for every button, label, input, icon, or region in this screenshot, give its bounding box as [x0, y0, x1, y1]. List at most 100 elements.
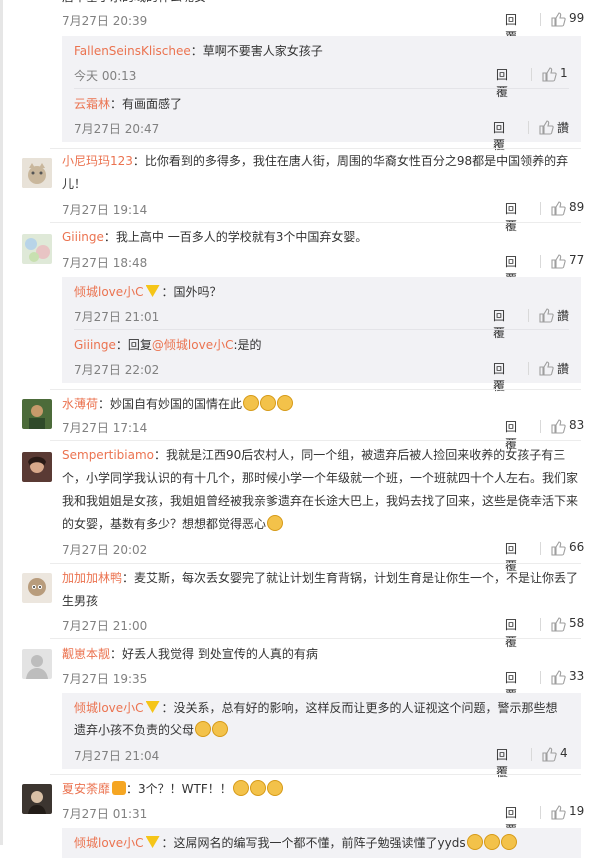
like-count: 讚 [557, 309, 570, 323]
comment-time: 7月27日 19:14 [62, 203, 148, 217]
thumbs-up-icon[interactable] [550, 200, 566, 216]
comment-username[interactable]: 觏崽本靓 [62, 647, 110, 661]
thumbs-up-icon[interactable] [538, 360, 554, 376]
reply-username[interactable]: 云霜林 [74, 97, 110, 111]
avatar[interactable] [22, 234, 52, 264]
avatar[interactable] [22, 158, 52, 188]
avatar[interactable] [22, 399, 52, 429]
reply-thread: 倾城love小C ：这屌网名的编写我一个都不懂，前阵子勉强读懂了yyds [62, 828, 581, 858]
action-divider [528, 309, 529, 322]
reply-mention[interactable]: @倾城love小C [152, 338, 234, 352]
reply-divider [74, 329, 569, 330]
like-count: 77 [569, 253, 585, 267]
thumbs-up-icon[interactable] [550, 616, 566, 632]
action-divider [540, 671, 541, 684]
action-divider [540, 13, 541, 26]
reply-thread: 倾城love小C ：国外吗？ 7月27日 21:01 回覆 讚 Giiinge：回… [62, 277, 581, 393]
comment-text: ：我上高中 一百多人的学校就有3个中国弃女婴。 [103, 230, 368, 244]
like-count: 4 [560, 746, 568, 760]
reply-text: ：没关系，总有好的影响，这样反而让更多的人证视这个问题，警示那些想遗弃小孩不负责… [74, 701, 558, 737]
comment-time: 7月27日 21:00 [62, 619, 148, 633]
reply-text: ：国外吗？ [161, 285, 222, 299]
comment-username[interactable]: 水薄荷 [62, 397, 98, 411]
comment-divider [50, 440, 581, 441]
comment-time: 7月27日 20:02 [62, 543, 148, 557]
emoji-face-icon [483, 834, 500, 850]
like-count: 99 [569, 11, 585, 25]
thumbs-up-icon[interactable] [541, 746, 557, 762]
emoji-face-icon [249, 780, 266, 796]
reply-username[interactable]: 倾城love小C [74, 285, 144, 299]
comment-divider [50, 563, 581, 564]
reply-button[interactable]: 回覆 [493, 307, 505, 341]
action-divider [528, 121, 529, 134]
emoji-face-icon [466, 834, 483, 850]
avatar[interactable] [22, 649, 52, 679]
reply-time: 7月27日 21:04 [74, 749, 160, 763]
action-divider [540, 542, 541, 555]
reply-text: ：草啊不要害人家女孩子 [190, 44, 323, 58]
thumbs-up-icon[interactable] [538, 307, 554, 323]
thumbs-up-icon[interactable] [550, 418, 566, 434]
action-divider [540, 618, 541, 631]
thumbs-up-icon[interactable] [541, 66, 557, 82]
action-divider [531, 748, 532, 761]
comment-time: 7月27日 19:35 [62, 672, 148, 686]
comment-username[interactable]: Sempertibiamo [62, 448, 154, 462]
reply-username[interactable]: 倾城love小C [74, 836, 144, 850]
reply-text-tail: :是的 [233, 338, 262, 352]
like-count: 58 [569, 616, 585, 630]
reply-time: 7月27日 21:01 [74, 310, 160, 324]
like-count: 讚 [557, 362, 570, 376]
reply-button[interactable]: 回覆 [496, 66, 508, 100]
reply-text: ：这屌网名的编写我一个都不懂，前阵子勉强读懂了yyds [161, 836, 466, 850]
action-divider [540, 806, 541, 819]
emoji-face-icon [277, 395, 294, 411]
comment-divider [50, 638, 581, 639]
reply-username[interactable]: 倾城love小C [74, 701, 144, 715]
comment-username[interactable]: 夏安荼靡 [62, 782, 110, 796]
like-count: 讚 [557, 121, 570, 135]
emoji-face-icon [267, 515, 284, 531]
thumbs-up-icon[interactable] [550, 804, 566, 820]
action-divider [528, 362, 529, 375]
reply-thread: 倾城love小C ：没关系，总有好的影响，这样反而让更多的人证视这个问题，警示那些… [62, 693, 581, 779]
thumbs-up-icon[interactable] [550, 540, 566, 556]
comment-divider [50, 222, 581, 223]
thumbs-up-icon[interactable] [550, 669, 566, 685]
emoji-face-icon [212, 721, 229, 737]
action-divider [540, 255, 541, 268]
thumbs-up-icon[interactable] [550, 11, 566, 27]
comment-text: 居中基于乐的域的什么呢安 [62, 0, 582, 9]
comment-username[interactable]: 加加加林鸭 [62, 571, 122, 585]
vip-badge-icon [145, 285, 160, 297]
emoji-face-icon [260, 395, 277, 411]
avatar[interactable] [22, 573, 52, 603]
comment-username[interactable]: 小尼玛玛123 [62, 154, 133, 168]
action-divider [540, 202, 541, 215]
comment-text: ：麦艾斯，每次丢女婴完了就让计划生育背锅，计划生育是让你生一个，不是让你丢了生男… [62, 571, 579, 608]
emoji-face-icon [266, 780, 283, 796]
comment-text: ：妙国自有妙国的国情在此 [98, 397, 243, 411]
avatar[interactable] [22, 784, 52, 814]
reply-username[interactable]: Giiinge [74, 338, 116, 352]
reply-text: ：回复 [115, 338, 152, 352]
avatar[interactable] [22, 452, 52, 482]
thumbs-up-icon[interactable] [538, 119, 554, 135]
comment-username[interactable]: Giiinge [62, 230, 104, 244]
emoji-face-icon [195, 721, 212, 737]
reply-username[interactable]: FallenSeinsKlischee [74, 44, 191, 58]
comment-time: 7月27日 17:14 [62, 421, 148, 435]
emoji-face-icon [243, 395, 260, 411]
vip-badge-icon [145, 701, 160, 713]
comment-divider [50, 774, 581, 775]
left-scroll-edge [0, 0, 3, 845]
like-count: 1 [560, 66, 568, 80]
thumbs-up-icon[interactable] [550, 253, 566, 269]
reply-divider [74, 88, 569, 89]
comment-divider [50, 389, 581, 390]
like-count: 83 [569, 418, 585, 432]
emoji-face-icon [500, 834, 517, 850]
comment-time: 7月27日 20:39 [62, 14, 148, 28]
like-count: 66 [569, 540, 585, 554]
